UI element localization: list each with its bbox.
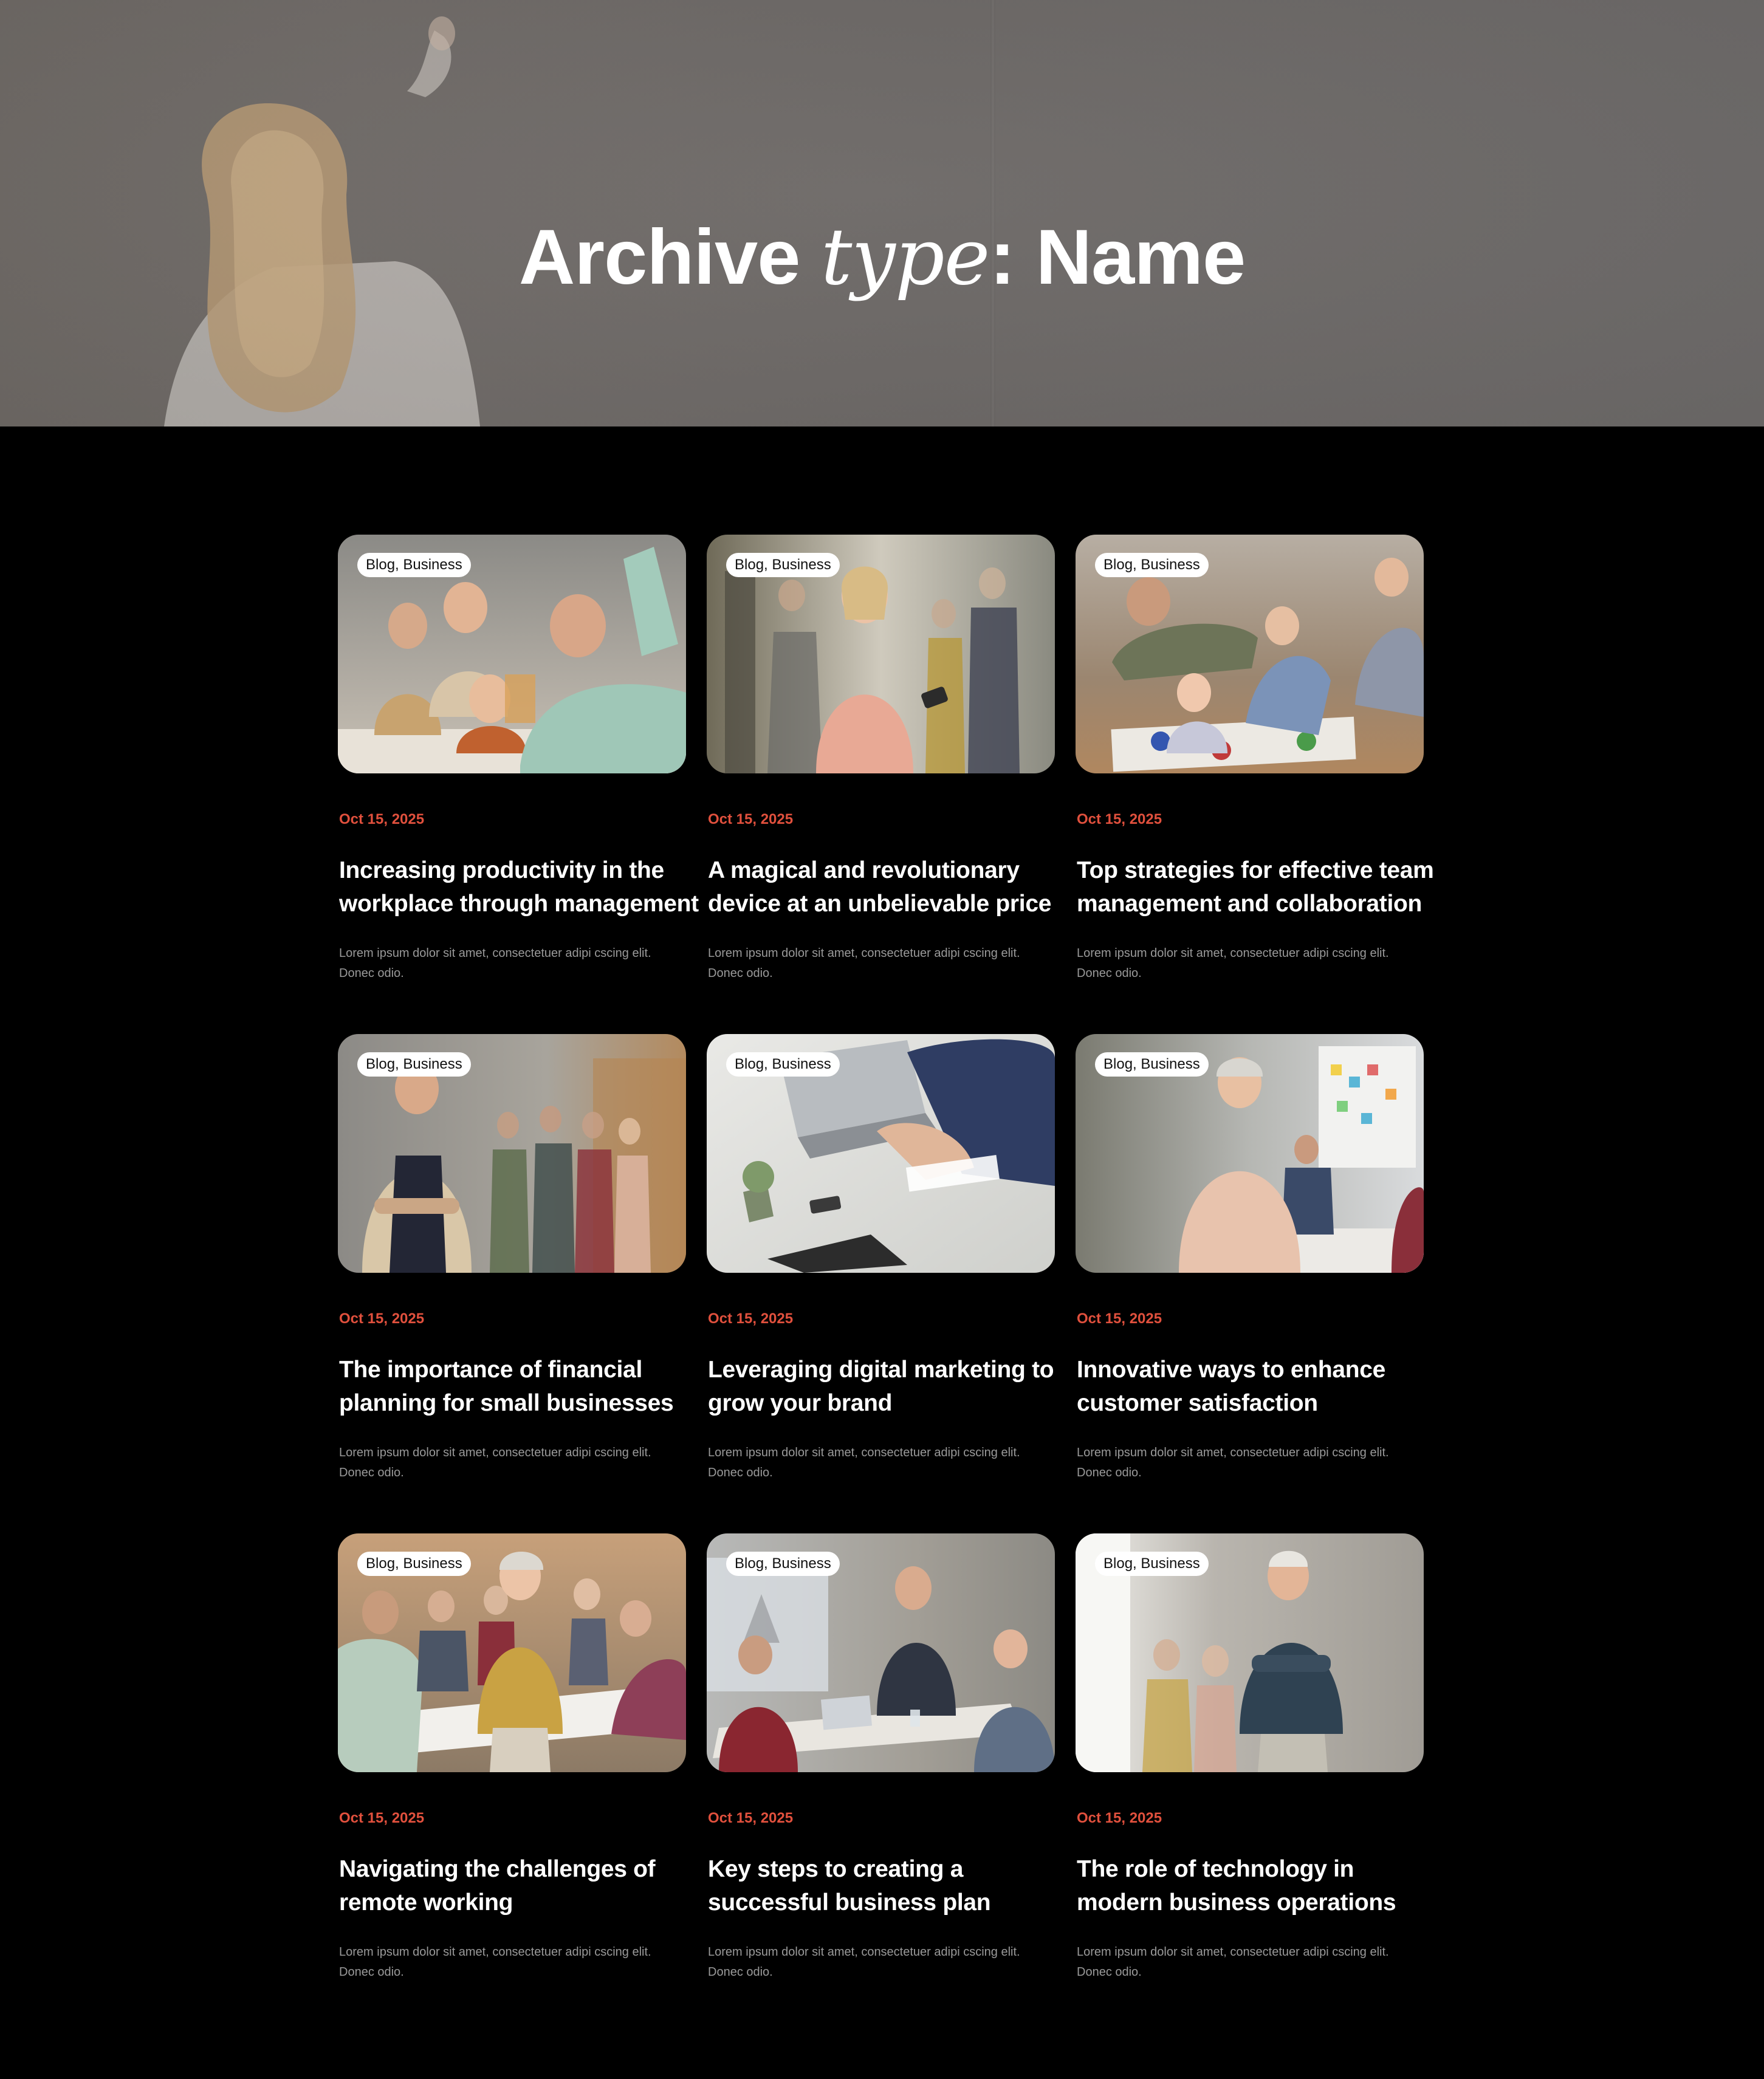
post-title[interactable]: Innovative ways to enhance customer sati… <box>1077 1353 1441 1420</box>
category-badge[interactable]: Blog, Business <box>1095 1052 1209 1077</box>
post-excerpt: Lorem ipsum dolor sit amet, consectetuer… <box>1077 1446 1389 1479</box>
post-excerpt: Lorem ipsum dolor sit amet, consectetuer… <box>339 947 651 980</box>
category-badge[interactable]: Blog, Business <box>1095 553 1209 577</box>
page-title-prefix: Archive <box>518 213 821 301</box>
post-thumbnail[interactable]: Blog, Business <box>707 1034 1055 1273</box>
post-card: Blog, Business Oct 15, 2025 Leveraging d… <box>707 1034 1055 1533</box>
post-excerpt: Lorem ipsum dolor sit amet, consectetuer… <box>339 1945 651 1979</box>
post-title[interactable]: A magical and revolutionary device at an… <box>708 854 1072 920</box>
post-title[interactable]: Key steps to creating a successful busin… <box>708 1852 1072 1919</box>
category-badge[interactable]: Blog, Business <box>726 1052 840 1077</box>
category-badge[interactable]: Blog, Business <box>726 1552 840 1576</box>
post-title[interactable]: The importance of financial planning for… <box>339 1353 704 1420</box>
page-title-suffix: : Name <box>989 213 1246 301</box>
post-thumbnail[interactable]: Blog, Business <box>338 535 686 773</box>
post-card: Blog, Business Oct 15, 2025 A magical an… <box>707 535 1055 1034</box>
post-excerpt: Lorem ipsum dolor sit amet, consectetuer… <box>339 1446 651 1479</box>
post-excerpt: Lorem ipsum dolor sit amet, consectetuer… <box>708 947 1020 980</box>
page-title-italic: type <box>820 211 990 303</box>
post-date: Oct 15, 2025 <box>1077 1310 1162 1327</box>
post-card: Blog, Business Oct 15, 2025 The role of … <box>1076 1533 1424 2033</box>
post-title[interactable]: Navigating the challenges of remote work… <box>339 1852 704 1919</box>
post-date: Oct 15, 2025 <box>339 1310 425 1327</box>
archive-hero: Archive type: Name <box>0 0 1764 426</box>
post-date: Oct 15, 2025 <box>1077 1810 1162 1826</box>
post-date: Oct 15, 2025 <box>708 1810 794 1826</box>
post-thumbnail[interactable]: Blog, Business <box>707 1533 1055 1772</box>
post-excerpt: Lorem ipsum dolor sit amet, consectetuer… <box>708 1446 1020 1479</box>
category-badge[interactable]: Blog, Business <box>726 553 840 577</box>
post-title[interactable]: Top strategies for effective team manage… <box>1077 854 1441 920</box>
post-thumbnail[interactable]: Blog, Business <box>707 535 1055 773</box>
post-card: Blog, Business Oct 15, 2025 Innovative w… <box>1076 1034 1424 1533</box>
post-date: Oct 15, 2025 <box>339 1810 425 1826</box>
post-title[interactable]: Increasing productivity in the workplace… <box>339 854 704 920</box>
category-badge[interactable]: Blog, Business <box>1095 1552 1209 1576</box>
post-card: Blog, Business Oct 15, 2025 The importan… <box>338 1034 686 1533</box>
post-excerpt: Lorem ipsum dolor sit amet, consectetuer… <box>708 1945 1020 1979</box>
post-date: Oct 15, 2025 <box>1077 811 1162 827</box>
post-excerpt: Lorem ipsum dolor sit amet, consectetuer… <box>1077 1945 1389 1979</box>
post-date: Oct 15, 2025 <box>339 811 425 827</box>
post-thumbnail[interactable]: Blog, Business <box>1076 1034 1424 1273</box>
post-title[interactable]: The role of technology in modern busines… <box>1077 1852 1441 1919</box>
category-badge[interactable]: Blog, Business <box>357 553 471 577</box>
post-card: Blog, Business Oct 15, 2025 Navigating t… <box>338 1533 686 2033</box>
post-date: Oct 15, 2025 <box>708 811 794 827</box>
post-thumbnail[interactable]: Blog, Business <box>1076 535 1424 773</box>
post-thumbnail[interactable]: Blog, Business <box>338 1034 686 1273</box>
category-badge[interactable]: Blog, Business <box>357 1052 471 1077</box>
post-card: Blog, Business Oct 15, 2025 Key steps to… <box>707 1533 1055 2033</box>
category-badge[interactable]: Blog, Business <box>357 1552 471 1576</box>
posts-grid: Blog, Business Oct 15, 2025 Increasing p… <box>338 535 1436 2033</box>
post-excerpt: Lorem ipsum dolor sit amet, consectetuer… <box>1077 947 1389 980</box>
post-thumbnail[interactable]: Blog, Business <box>338 1533 686 1772</box>
post-card: Blog, Business Oct 15, 2025 Increasing p… <box>338 535 699 1034</box>
page-title: Archive type: Name <box>0 209 1764 306</box>
post-date: Oct 15, 2025 <box>708 1310 794 1327</box>
post-card: Blog, Business Oct 15, 2025 Top strategi… <box>1076 535 1434 1034</box>
post-thumbnail[interactable]: Blog, Business <box>1076 1533 1424 1772</box>
post-title[interactable]: Leveraging digital marketing to grow you… <box>708 1353 1072 1420</box>
